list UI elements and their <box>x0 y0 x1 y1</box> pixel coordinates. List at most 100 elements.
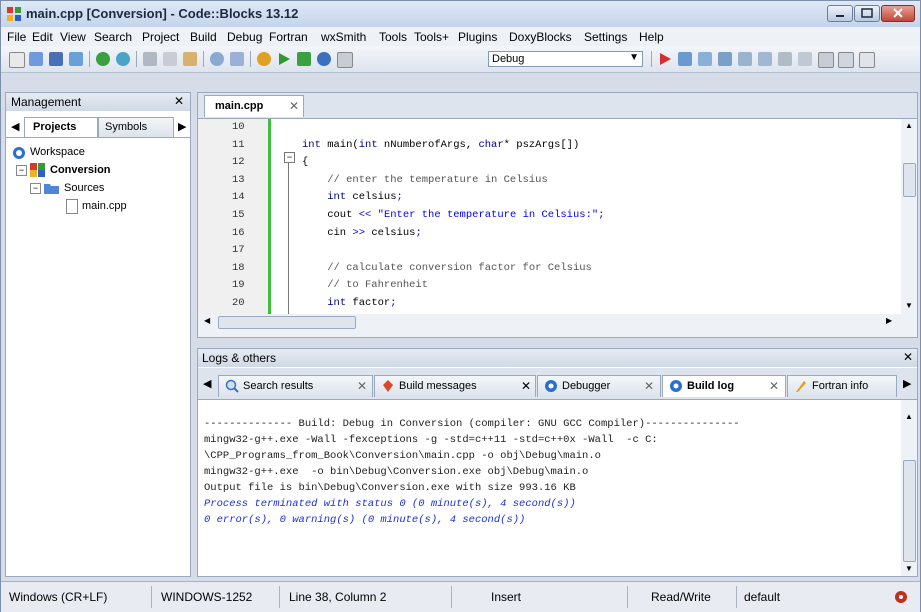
find-icon[interactable] <box>210 52 224 66</box>
search-icon <box>225 379 239 393</box>
debug-start-icon[interactable] <box>658 52 672 66</box>
build-target-select[interactable]: Debug ▼ <box>488 51 643 67</box>
scroll-thumb[interactable] <box>903 460 916 562</box>
tree-item-workspace[interactable]: Workspace <box>12 145 187 165</box>
stop-debugger-icon[interactable] <box>818 52 834 68</box>
toolbar-separator <box>203 51 204 67</box>
paste-icon[interactable] <box>183 52 197 66</box>
title-bar[interactable]: main.cpp [Conversion] - Code::Blocks 13.… <box>1 1 920 27</box>
editor-vertical-scrollbar[interactable]: ▲ ▼ <box>901 119 917 314</box>
menu-search[interactable]: Search <box>94 30 132 44</box>
step-into-icon[interactable] <box>718 52 732 66</box>
build-messages-icon <box>383 380 393 392</box>
minimize-icon <box>836 15 844 17</box>
tree-item-sources[interactable]: − Sources <box>30 181 180 199</box>
menu-fortran[interactable]: Fortran <box>269 30 308 44</box>
editor-horizontal-scrollbar[interactable]: ◀ ▶ <box>198 314 901 330</box>
various-info-icon[interactable] <box>859 52 875 68</box>
close-button[interactable] <box>881 5 915 22</box>
log-line: mingw32-g++.exe -Wall -fexceptions -g -s… <box>204 434 658 446</box>
management-title: Management <box>11 95 82 109</box>
undo-icon[interactable] <box>96 52 110 66</box>
step-out-icon[interactable] <box>738 52 752 66</box>
run-to-cursor-icon[interactable] <box>678 52 692 66</box>
tab-build-log[interactable]: Build log ✕ <box>662 375 786 397</box>
scroll-left-icon[interactable]: ◀ <box>204 316 210 325</box>
save-icon[interactable] <box>49 52 63 66</box>
logs-title: Logs & others <box>202 351 277 365</box>
close-tab-icon[interactable]: ✕ <box>357 379 367 393</box>
minimize-button[interactable] <box>827 5 853 22</box>
cut-icon[interactable] <box>143 52 157 66</box>
scroll-up-icon[interactable]: ▲ <box>905 121 913 130</box>
folder-icon <box>44 184 59 194</box>
toolbar-separator <box>89 51 90 67</box>
tree-item-file[interactable]: main.cpp <box>66 199 176 217</box>
scroll-thumb[interactable] <box>218 316 356 329</box>
menu-tools-plus[interactable]: Tools+ <box>414 30 449 44</box>
open-file-icon[interactable] <box>29 52 43 66</box>
editor-tab-label: main.cpp <box>215 100 264 112</box>
tab-build-messages[interactable]: Build messages ✕ <box>374 375 536 397</box>
menu-doxyblocks[interactable]: DoxyBlocks <box>509 30 572 44</box>
scroll-right-icon[interactable]: ▶ <box>886 316 892 325</box>
tab-scroll-right-icon[interactable]: ▶ <box>903 377 911 390</box>
break-debugger-icon[interactable] <box>798 52 812 66</box>
menu-settings[interactable]: Settings <box>584 30 627 44</box>
tab-scroll-right-icon[interactable]: ▶ <box>178 120 186 133</box>
new-file-icon[interactable] <box>9 52 25 68</box>
redo-icon[interactable] <box>116 52 130 66</box>
debug-windows-icon[interactable] <box>838 52 854 68</box>
maximize-button[interactable] <box>854 5 880 22</box>
close-icon[interactable]: ✕ <box>903 350 913 364</box>
tab-scroll-left-icon[interactable]: ◀ <box>11 120 19 133</box>
menu-view[interactable]: View <box>60 30 86 44</box>
log-vertical-scrollbar[interactable]: ▲ ▼ <box>901 400 917 576</box>
copy-icon[interactable] <box>163 52 177 66</box>
next-line-icon[interactable] <box>698 52 712 66</box>
menu-edit[interactable]: Edit <box>32 30 53 44</box>
menu-tools[interactable]: Tools <box>379 30 407 44</box>
build-and-run-icon[interactable] <box>297 52 311 66</box>
tab-main-cpp[interactable]: main.cpp ✕ <box>204 95 304 117</box>
abort-icon[interactable] <box>337 52 353 68</box>
replace-icon[interactable] <box>230 52 244 66</box>
build-gear-icon[interactable] <box>257 52 271 66</box>
menu-help[interactable]: Help <box>639 30 664 44</box>
close-tab-icon[interactable]: ✕ <box>521 379 531 393</box>
folder-label: Sources <box>64 182 105 194</box>
tab-projects-label: Projects <box>33 121 77 133</box>
close-tab-icon[interactable]: ✕ <box>644 379 654 393</box>
tab-debugger[interactable]: Debugger ✕ <box>537 375 661 397</box>
scroll-up-icon[interactable]: ▲ <box>905 412 913 421</box>
scroll-thumb[interactable] <box>903 163 916 197</box>
menu-file[interactable]: File <box>7 30 26 44</box>
rebuild-icon[interactable] <box>317 52 331 66</box>
code-area[interactable]: − 10 11 int main(int nNumberofArgs, char* … <box>198 119 901 314</box>
menu-build[interactable]: Build <box>190 30 217 44</box>
run-icon[interactable] <box>277 52 291 66</box>
tree-item-project[interactable]: − Conversion <box>16 163 186 181</box>
scroll-down-icon[interactable]: ▼ <box>905 301 913 310</box>
menu-project[interactable]: Project <box>142 30 179 44</box>
menu-wxsmith[interactable]: wxSmith <box>321 30 366 44</box>
close-icon[interactable]: ✕ <box>174 94 184 108</box>
menu-plugins[interactable]: Plugins <box>458 30 497 44</box>
status-bar: Windows (CR+LF) WINDOWS-1252 Line 38, Co… <box>1 581 920 612</box>
tab-scroll-left-icon[interactable]: ◀ <box>203 377 211 390</box>
close-tab-icon[interactable]: ✕ <box>769 379 779 393</box>
next-instruction-icon[interactable] <box>758 52 772 66</box>
menu-debug[interactable]: Debug <box>227 30 262 44</box>
close-tab-icon[interactable]: ✕ <box>289 99 299 113</box>
build-log-output[interactable]: -------------- Build: Debug in Conversio… <box>198 400 901 576</box>
collapse-icon[interactable]: − <box>30 183 41 194</box>
status-line-ending: Windows (CR+LF) <box>9 590 108 604</box>
save-all-icon[interactable] <box>69 52 83 66</box>
step-instruction-icon[interactable] <box>778 52 792 66</box>
tab-fortran-info[interactable]: Fortran info <box>787 375 897 397</box>
tab-projects[interactable]: Projects <box>24 117 98 137</box>
collapse-icon[interactable]: − <box>16 165 27 176</box>
tab-search-results[interactable]: Search results ✕ <box>218 375 373 397</box>
tab-symbols[interactable]: Symbols <box>98 117 174 137</box>
scroll-down-icon[interactable]: ▼ <box>905 564 913 573</box>
